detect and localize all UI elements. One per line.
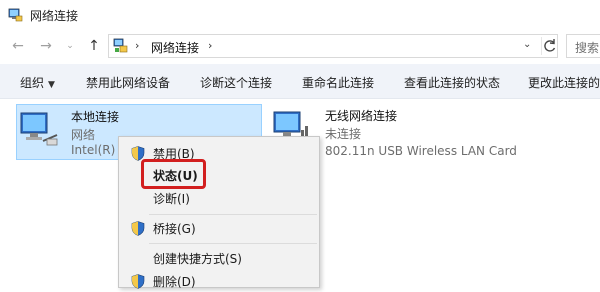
annotation-highlight-box	[141, 159, 206, 189]
command-bar: 组织 ▼ 禁用此网络设备 诊断这个连接 重命名此连接 查看此连接的状态 更改此连接…	[0, 64, 600, 99]
menu-item-label: 创建快捷方式(S)	[153, 252, 242, 266]
window-title: 网络连接	[30, 9, 79, 23]
forward-arrow-icon[interactable]: →	[38, 38, 54, 54]
back-arrow-icon[interactable]: ←	[10, 38, 26, 54]
address-dropdown-icon[interactable]: ⌄	[523, 39, 531, 50]
menu-item-diagnose[interactable]: 诊断(I)	[119, 187, 319, 209]
address-box[interactable]: › 网络连接 › ⌄	[108, 34, 558, 58]
breadcrumb-chevron-icon[interactable]: ›	[208, 39, 212, 52]
breadcrumb-separator-icon: ›	[135, 39, 140, 52]
menu-divider	[149, 214, 317, 215]
menu-item-label: 诊断(I)	[153, 192, 190, 206]
refresh-icon[interactable]	[541, 37, 558, 55]
menu-divider	[149, 243, 317, 244]
connection-status: 未连接	[325, 127, 362, 141]
title-bar: 网络连接	[0, 0, 600, 30]
connection-name: 无线网络连接	[325, 109, 398, 123]
network-connections-icon	[8, 8, 23, 22]
menu-item-bridge[interactable]: 桥接(G)	[119, 217, 319, 239]
menu-item-create-shortcut[interactable]: 创建快捷方式(S)	[119, 247, 319, 269]
uac-shield-icon	[131, 274, 145, 289]
ethernet-adapter-icon	[20, 112, 58, 146]
rename-button[interactable]: 重命名此连接	[302, 74, 374, 91]
organize-dropdown-icon: ▼	[48, 80, 55, 90]
menu-item-label: 删除(D)	[153, 275, 196, 289]
menu-item-delete[interactable]: 删除(D)	[119, 270, 319, 292]
organize-button[interactable]: 组织 ▼	[20, 74, 55, 91]
diagnose-button[interactable]: 诊断这个连接	[200, 74, 272, 91]
address-bar: ← → ⌄ ↑ › 网络连接 › ⌄ 搜索	[0, 31, 600, 61]
up-arrow-icon[interactable]: ↑	[86, 38, 102, 54]
connection-adapter: 802.11n USB Wireless LAN Card	[325, 144, 517, 158]
control-panel-icon	[113, 38, 128, 53]
connection-network: 网络	[71, 128, 96, 142]
connection-name: 本地连接	[71, 110, 120, 124]
change-settings-button[interactable]: 更改此连接的设置	[528, 74, 600, 91]
breadcrumb-current[interactable]: 网络连接	[151, 39, 199, 56]
view-status-button[interactable]: 查看此连接的状态	[404, 74, 500, 91]
recent-locations-chevron-icon[interactable]: ⌄	[62, 38, 78, 54]
search-input[interactable]: 搜索	[566, 34, 600, 58]
menu-item-label: 桥接(G)	[153, 222, 196, 236]
uac-shield-icon	[131, 221, 145, 236]
disable-device-button[interactable]: 禁用此网络设备	[86, 74, 170, 91]
